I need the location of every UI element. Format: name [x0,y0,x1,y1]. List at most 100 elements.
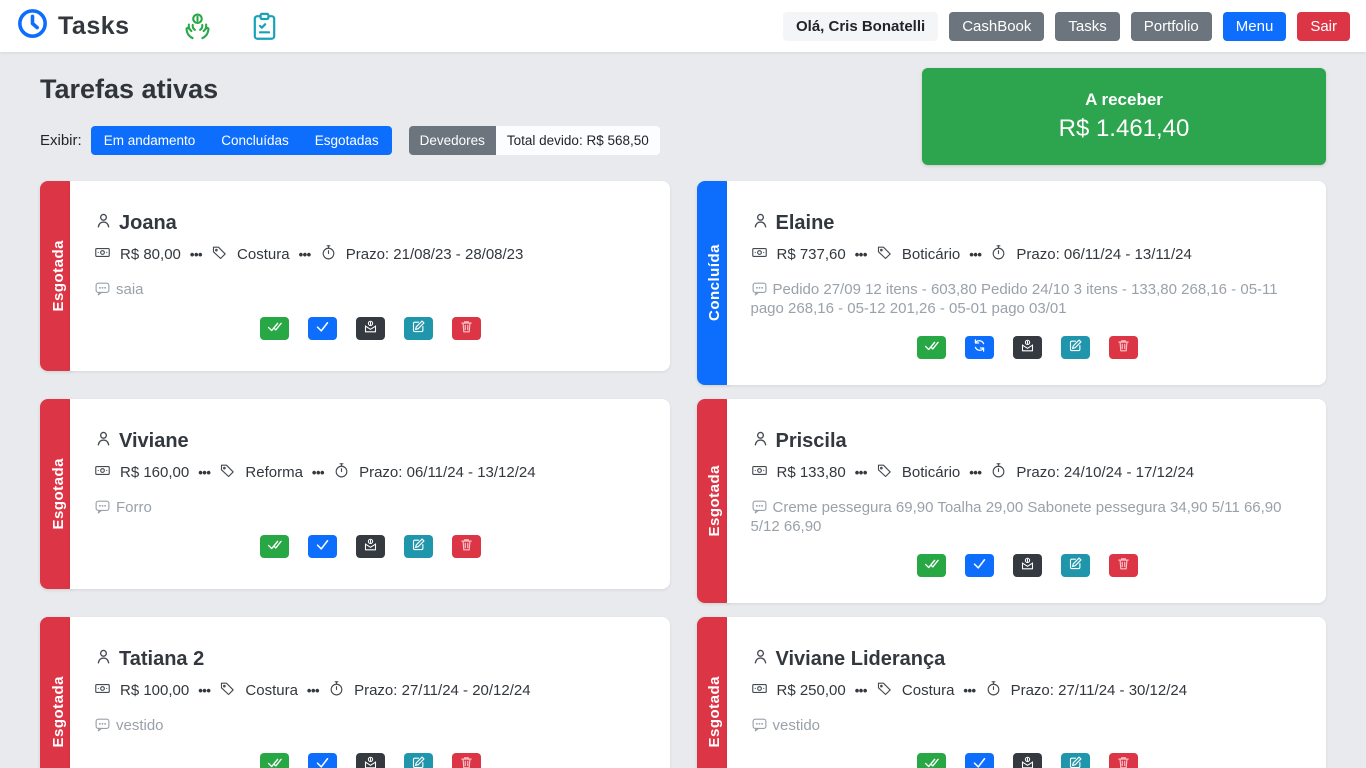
nav-logout-button[interactable]: Sair [1297,12,1350,41]
tag-icon [219,462,236,483]
ellipsis-separator: ••• [190,247,202,262]
nav-menu-button[interactable]: Menu [1223,12,1287,41]
task-card: Esgotada Viviane Liderança [697,617,1327,768]
comment-icon [94,281,116,298]
delete-task-button[interactable] [452,317,481,340]
debtors-button[interactable]: Devedores [409,126,496,155]
complete-task-button[interactable] [917,554,946,577]
task-note-row: vestido [751,716,1305,736]
filter-in-progress[interactable]: Em andamento [91,126,209,155]
task-note-row: Forro [94,498,648,518]
app-title: Tasks [58,12,130,41]
task-note: vestido [773,717,821,734]
navbar-actions: Olá, Cris Bonatelli CashBook Tasks Portf… [783,12,1350,41]
complete-task-button[interactable] [917,753,946,768]
task-category: Costura [902,682,955,699]
nav-cashbook-button[interactable]: CashBook [949,12,1044,41]
complete-task-button[interactable] [917,336,946,359]
payment-button[interactable] [356,535,385,558]
task-category: Reforma [245,464,303,481]
check-double-icon [267,755,282,768]
top-navbar: Tasks Olá, Cris Bonatelli CashBook Tasks… [0,0,1366,52]
person-icon [94,429,113,453]
task-value: R$ 160,00 [120,464,189,481]
check-icon [315,537,330,555]
ellipsis-separator: ••• [299,247,311,262]
payment-button[interactable] [356,317,385,340]
task-value: R$ 100,00 [120,682,189,699]
app-logo[interactable] [16,7,49,45]
edit-task-button[interactable] [1061,336,1090,359]
nav-portfolio-button[interactable]: Portfolio [1131,12,1212,41]
complete-task-button[interactable] [260,535,289,558]
edit-task-button[interactable] [1061,753,1090,768]
user-greeting: Olá, Cris Bonatelli [783,12,938,41]
card-actions [751,554,1305,577]
check-double-icon [267,537,282,555]
payment-button[interactable] [1013,554,1042,577]
complete-task-button[interactable] [260,753,289,768]
task-card: Esgotada Viviane [40,399,670,589]
total-due-label: Total devido: R$ 568,50 [496,126,660,155]
ellipsis-separator: ••• [855,465,867,480]
task-deadline: Prazo: 27/11/24 - 30/12/24 [1011,682,1188,699]
status-action-button[interactable] [965,554,994,577]
status-label: Esgotada [50,458,67,530]
trash-icon [1116,338,1131,356]
status-action-button[interactable] [308,535,337,558]
money-bill-icon [94,680,111,701]
trash-icon [459,537,474,555]
money-bill-icon [751,462,768,483]
task-note-row: vestido [94,716,648,736]
edit-task-button[interactable] [404,753,433,768]
person-icon [751,647,770,671]
check-double-icon [924,556,939,574]
status-action-button[interactable] [965,336,994,359]
clipboard-checklist-icon[interactable] [249,11,280,42]
delete-task-button[interactable] [452,535,481,558]
status-action-button[interactable] [965,753,994,768]
stopwatch-icon [320,244,337,265]
cards-grid: Esgotada Joana [40,181,1326,768]
task-note: Forro [116,499,152,516]
task-value: R$ 737,60 [777,246,846,263]
delete-task-button[interactable] [1109,554,1138,577]
client-name: Priscila [776,430,847,453]
card-actions [751,753,1305,768]
status-label: Esgotada [50,240,67,312]
nav-tasks-button[interactable]: Tasks [1055,12,1119,41]
client-name: Elaine [776,212,835,235]
filter-completed[interactable]: Concluídas [208,126,302,155]
edit-icon [411,755,426,768]
task-card: Esgotada Joana [40,181,670,371]
complete-task-button[interactable] [260,317,289,340]
hands-dollar-icon[interactable] [182,11,213,42]
stopwatch-icon [328,680,345,701]
status-action-button[interactable] [308,753,337,768]
payment-button[interactable] [356,753,385,768]
check-icon [972,556,987,574]
payment-button[interactable] [1013,336,1042,359]
filter-exhausted[interactable]: Esgotadas [302,126,392,155]
task-card: Esgotada Priscila [697,399,1327,603]
comment-icon [94,499,116,516]
delete-task-button[interactable] [452,753,481,768]
money-envelope-icon [363,755,378,768]
status-action-button[interactable] [308,317,337,340]
payment-button[interactable] [1013,753,1042,768]
money-envelope-icon [1020,556,1035,574]
edit-task-button[interactable] [404,317,433,340]
delete-task-button[interactable] [1109,753,1138,768]
trash-icon [459,319,474,337]
delete-task-button[interactable] [1109,336,1138,359]
task-category: Costura [245,682,298,699]
task-category: Boticário [902,246,960,263]
person-icon [94,211,113,235]
edit-icon [411,319,426,337]
edit-task-button[interactable] [404,535,433,558]
card-actions [94,317,648,340]
receivable-summary-card[interactable]: A receber R$ 1.461,40 [922,68,1326,165]
stopwatch-icon [990,462,1007,483]
edit-task-button[interactable] [1061,554,1090,577]
task-card: Esgotada Tatiana 2 [40,617,670,768]
